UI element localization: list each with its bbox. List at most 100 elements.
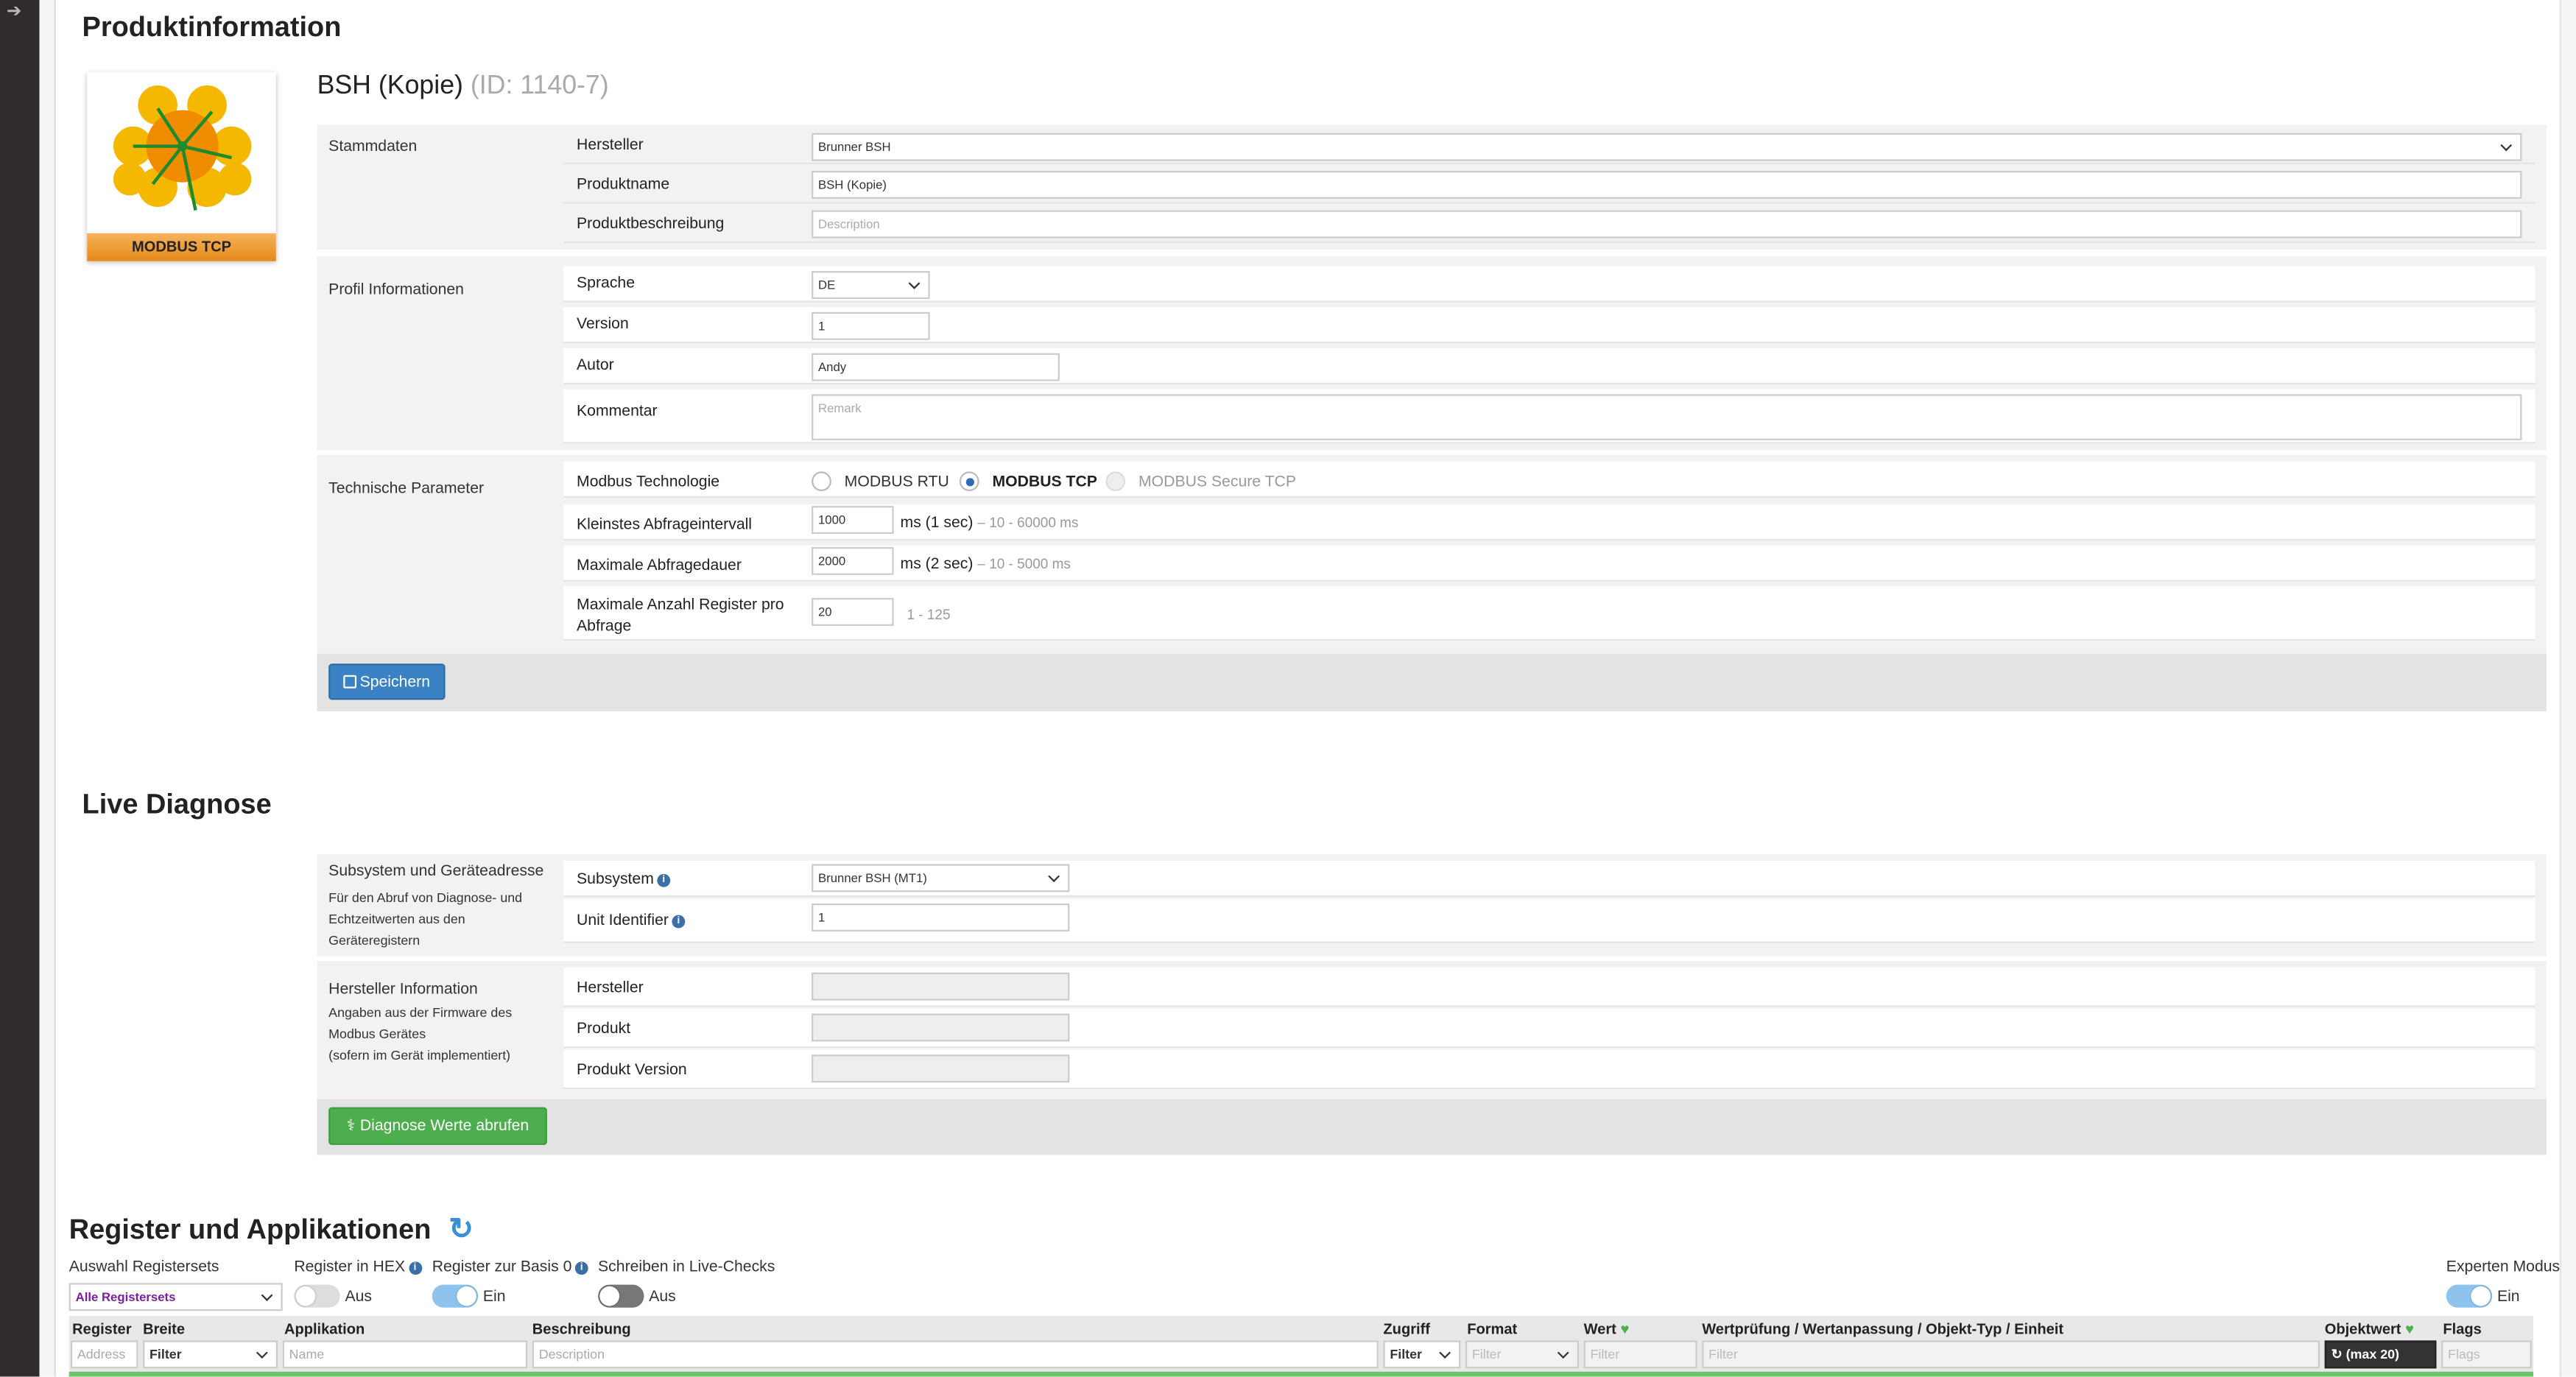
heartbeat-icon: ♥: [1620, 1320, 1630, 1337]
label-sprache: Sprache: [577, 274, 635, 293]
abfragedauer-input[interactable]: 2000: [812, 546, 894, 575]
table-row-indicator: [68, 1371, 2534, 1377]
label-subsystem-text: Subsystem: [577, 870, 654, 889]
radio-label-tcp: MODBUS TCP: [992, 473, 1097, 492]
radio-modbus-tcp[interactable]: [959, 471, 979, 492]
toggle-register-basis-state: Ein: [482, 1288, 506, 1306]
toggle-register-basis[interactable]: [432, 1284, 479, 1308]
section-title-live-diagnose: Live Diagnose: [82, 788, 272, 820]
unit-identifier-input[interactable]: 1: [812, 903, 1070, 932]
abfragedauer-range: – 10 - 5000 ms: [977, 555, 1071, 572]
subsystem-select[interactable]: Brunner BSH (MT1): [812, 864, 1070, 892]
save-button[interactable]: Speichern: [328, 663, 446, 700]
produktname-input[interactable]: BSH (Kopie): [812, 171, 2522, 199]
label-diag-version: Produkt Version: [577, 1061, 687, 1080]
product-name: BSH (Kopie): [317, 72, 463, 101]
refresh-icon: ↻: [2331, 1347, 2343, 1362]
toggle-experten-modus-state: Ein: [2496, 1288, 2520, 1306]
toggle-experten-modus[interactable]: [2446, 1284, 2493, 1308]
filter-description[interactable]: Description: [532, 1340, 1379, 1369]
row-autor: Autor Andy: [563, 348, 2535, 385]
col-register[interactable]: Register: [72, 1321, 131, 1337]
col-pruefung[interactable]: Wertprüfung / Wertanpassung / Objekt-Typ…: [1702, 1321, 2063, 1337]
group-desc-subsystem: Für den Abruf von Diagnose- und Echtzeit…: [328, 887, 543, 951]
label-kommentar: Kommentar: [577, 402, 658, 421]
label-max-register: Maximale Anzahl Register pro Abfrage: [577, 595, 784, 638]
col-flags[interactable]: Flags: [2443, 1321, 2481, 1337]
objektwert-refresh-button[interactable]: ↻ (max 20): [2324, 1340, 2437, 1369]
save-button-label: Speichern: [359, 673, 431, 692]
filter-format: Filter: [1465, 1340, 1579, 1369]
label-produktbeschreibung: Produktbeschreibung: [577, 215, 725, 233]
label-diag-hersteller: Hersteller: [577, 979, 644, 998]
hersteller-desc-2: Modbus Gerätes: [328, 1026, 426, 1042]
info-icon[interactable]: i: [408, 1261, 422, 1275]
col-applikation[interactable]: Applikation: [284, 1321, 365, 1337]
filter-pruefung: Filter: [1702, 1340, 2320, 1369]
refresh-icon[interactable]: ↻: [448, 1212, 474, 1245]
filter-name[interactable]: Name: [282, 1340, 528, 1369]
filter-zugriff[interactable]: Filter: [1383, 1340, 1461, 1369]
diag-version-field: [812, 1054, 1070, 1083]
group-label-stammdaten: Stammdaten: [328, 138, 418, 156]
radio-label-secure: MODBUS Secure TCP: [1139, 473, 1296, 492]
filter-wert: Filter: [1583, 1340, 1697, 1369]
row-produktname: Produktname BSH (Kopie): [563, 167, 2535, 204]
logo-label: MODBUS TCP: [87, 233, 276, 261]
col-zugriff[interactable]: Zugriff: [1383, 1321, 1430, 1337]
hersteller-select[interactable]: Brunner BSH: [812, 133, 2522, 161]
label-max-register-line2: Abfrage: [577, 617, 632, 636]
kommentar-textarea[interactable]: Remark: [812, 394, 2522, 440]
diag-hersteller-field: [812, 972, 1070, 1001]
version-input[interactable]: 1: [812, 311, 930, 340]
label-version: Version: [577, 315, 629, 334]
back-arrow-icon[interactable]: ➔: [7, 0, 29, 21]
group-desc-hersteller: Angaben aus der Firmware des Modbus Gerä…: [328, 1002, 512, 1066]
row-unit-identifier: Unit Identifier i 1: [563, 898, 2535, 943]
label-modbus-technologie: Modbus Technologie: [577, 473, 720, 492]
sidebar-edge: [39, 0, 56, 1377]
product-id: (ID: 1140-7): [470, 72, 609, 101]
label-register-hex-text: Register in HEX: [294, 1258, 406, 1277]
product-logo: MODBUS TCP: [87, 72, 276, 261]
row-hersteller: Hersteller Brunner BSH: [563, 128, 2535, 165]
registersets-select[interactable]: Alle Registersets: [68, 1283, 283, 1311]
label-schreiben-live: Schreiben in Live-Checks: [598, 1258, 775, 1277]
filter-address[interactable]: Address: [70, 1340, 138, 1369]
info-icon[interactable]: i: [672, 915, 686, 929]
filter-breite[interactable]: Filter: [143, 1340, 278, 1369]
toggle-schreiben-live-state: Aus: [649, 1288, 676, 1306]
group-subsystem: Subsystem und Geräteadresse Für den Abru…: [328, 862, 543, 951]
abfrageintervall-input[interactable]: 1000: [812, 506, 894, 535]
sprache-select[interactable]: DE: [812, 271, 930, 300]
max-register-input[interactable]: 20: [812, 598, 894, 626]
col-breite[interactable]: Breite: [143, 1321, 185, 1337]
col-beschreibung[interactable]: Beschreibung: [532, 1321, 631, 1337]
abfrageintervall-range: – 10 - 60000 ms: [977, 514, 1079, 531]
label-unit-identifier: Unit Identifier i: [577, 912, 686, 930]
row-sprache: Sprache DE: [563, 266, 2535, 303]
label-autor: Autor: [577, 356, 614, 375]
hersteller-desc-1: Angaben aus der Firmware des: [328, 1005, 513, 1021]
produktbeschreibung-input[interactable]: Description: [812, 210, 2522, 239]
col-objektwert[interactable]: Objektwert ♥: [2325, 1321, 2414, 1337]
row-modbus-technologie: Modbus Technologie MODBUS RTU MODBUS TCP…: [563, 461, 2535, 498]
autor-input[interactable]: Andy: [812, 353, 1060, 381]
diagnose-button-label: Diagnose Werte abrufen: [359, 1117, 529, 1135]
group-label-profil: Profil Informationen: [328, 281, 464, 300]
diagnose-button[interactable]: ⚕ Diagnose Werte abrufen: [328, 1107, 547, 1145]
radio-modbus-secure[interactable]: [1105, 471, 1126, 492]
stethoscope-icon: ⚕: [346, 1117, 356, 1135]
max-register-range: 1 - 125: [907, 606, 951, 623]
col-format[interactable]: Format: [1467, 1321, 1517, 1337]
radio-modbus-rtu[interactable]: [812, 471, 831, 492]
label-experten-modus: Experten Modus: [2446, 1258, 2561, 1277]
toggle-register-hex[interactable]: [294, 1284, 340, 1308]
info-icon[interactable]: i: [657, 873, 671, 887]
label-hersteller: Hersteller: [577, 136, 644, 155]
abfrageintervall-unit: ms (1 sec): [900, 514, 974, 532]
col-wert[interactable]: Wert ♥: [1584, 1321, 1630, 1337]
info-icon[interactable]: i: [574, 1261, 588, 1275]
scrollbar[interactable]: [2559, 0, 2576, 1377]
toggle-schreiben-live[interactable]: [598, 1284, 644, 1308]
